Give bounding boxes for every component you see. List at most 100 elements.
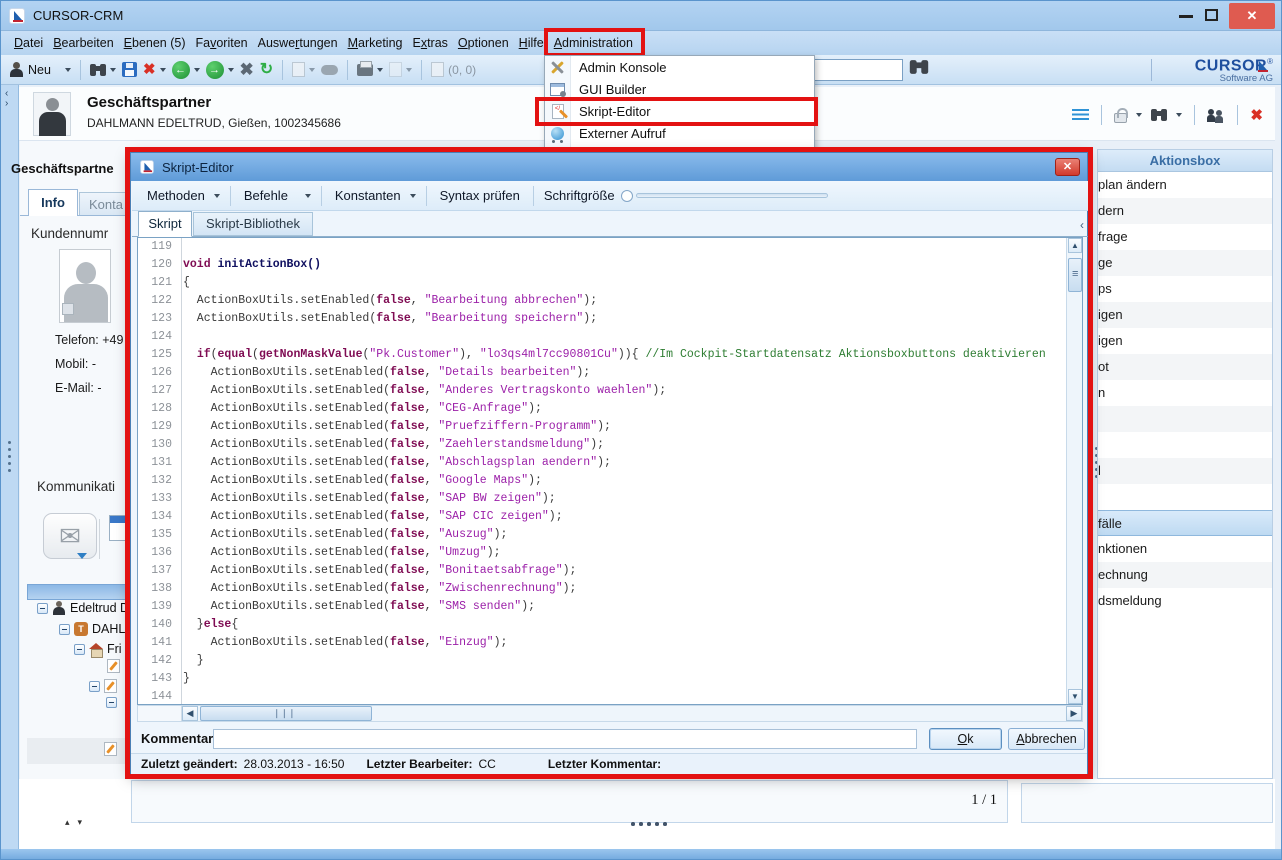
- actionbox-item[interactable]: dsmeldung: [1098, 588, 1272, 614]
- print-button[interactable]: [357, 64, 383, 76]
- code-line[interactable]: [183, 238, 1066, 256]
- tree-row[interactable]: [104, 742, 117, 756]
- menu-item-externer-aufruf[interactable]: Externer Aufruf: [545, 122, 814, 144]
- dialog-close-button[interactable]: ✕: [1055, 158, 1080, 176]
- bottom-collapse-icons[interactable]: ▴▾: [65, 817, 90, 828]
- code-line[interactable]: ActionBoxUtils.setEnabled(false, "Andere…: [183, 382, 1066, 400]
- tree-expander-icon[interactable]: [37, 603, 48, 614]
- comment-input[interactable]: [213, 729, 917, 749]
- new-record-button[interactable]: Neu: [9, 62, 71, 77]
- header-search-dropdown-icon[interactable]: [1176, 113, 1182, 117]
- code-line[interactable]: ActionBoxUtils.setEnabled(false, "Google…: [183, 472, 1066, 490]
- scroll-right-icon[interactable]: ▶: [1066, 706, 1082, 721]
- code-line[interactable]: {: [183, 274, 1066, 292]
- rail-expand-icon[interactable]: ›: [5, 99, 8, 108]
- tree-expander-icon[interactable]: [59, 624, 70, 635]
- actionbox-item[interactable]: n: [1098, 380, 1272, 406]
- konstanten-dropdown-icon[interactable]: [410, 194, 416, 198]
- actionbox-item[interactable]: l: [1098, 458, 1272, 484]
- code-line[interactable]: }: [183, 670, 1066, 688]
- tab-scroll-icon[interactable]: ‹: [1080, 218, 1084, 232]
- tree-row[interactable]: [89, 679, 117, 693]
- tree-row[interactable]: Edeltrud D: [37, 601, 129, 615]
- code-line[interactable]: ActionBoxUtils.setEnabled(false, "SMS se…: [183, 598, 1066, 616]
- tab-info[interactable]: Info: [28, 189, 78, 216]
- actionbox-item[interactable]: igen: [1098, 328, 1272, 354]
- new-dropdown-icon[interactable]: [65, 68, 71, 72]
- close-button[interactable]: ✕: [1229, 3, 1275, 29]
- actionbox-item[interactable]: frage: [1098, 224, 1272, 250]
- email-button[interactable]: ✉: [43, 513, 97, 559]
- cancel-edit-button[interactable]: ✖: [240, 61, 254, 78]
- tree-row[interactable]: [106, 697, 117, 708]
- search-dropdown-icon[interactable]: [110, 68, 116, 72]
- methoden-dropdown-icon[interactable]: [214, 194, 220, 198]
- delete-button[interactable]: ✖: [143, 62, 166, 77]
- code-line[interactable]: ActionBoxUtils.setEnabled(false, "Auszug…: [183, 526, 1066, 544]
- menu-item-datei[interactable]: Datei: [9, 33, 48, 53]
- maximize-button[interactable]: [1205, 9, 1218, 21]
- code-line[interactable]: if(equal(getNonMaskValue("Pk.Customer"),…: [183, 346, 1066, 364]
- code-line[interactable]: ActionBoxUtils.setEnabled(false, "Zaehle…: [183, 436, 1066, 454]
- menu-item-admin-konsole[interactable]: Admin Konsole: [545, 56, 814, 78]
- code-editor[interactable]: 1191201211221231241251261271281291301311…: [137, 237, 1083, 705]
- back-dropdown-icon[interactable]: [194, 68, 200, 72]
- menu-item-ebenen-5-[interactable]: Ebenen (5): [119, 33, 191, 53]
- lock-icon[interactable]: [1114, 113, 1127, 123]
- code-line[interactable]: ActionBoxUtils.setEnabled(false, "Bearbe…: [183, 310, 1066, 328]
- minimize-button[interactable]: [1179, 15, 1193, 18]
- tree-row[interactable]: T DAHL: [59, 622, 125, 636]
- email-dropdown-icon[interactable]: [77, 553, 87, 559]
- methoden-button[interactable]: Methoden: [144, 186, 208, 205]
- section-tab-label[interactable]: Geschäftspartne: [11, 161, 114, 176]
- console-button[interactable]: [321, 65, 338, 75]
- tree-expander-icon[interactable]: [74, 644, 85, 655]
- menu-item-optionen[interactable]: Optionen: [453, 33, 514, 53]
- actionbox-item[interactable]: ge: [1098, 250, 1272, 276]
- calendar-icon[interactable]: [109, 515, 129, 541]
- photo-change-icon[interactable]: [62, 303, 74, 315]
- horizontal-scrollbar[interactable]: ◀ ▶: [137, 705, 1083, 722]
- code-line[interactable]: ActionBoxUtils.setEnabled(false, "Einzug…: [183, 634, 1066, 652]
- actionbox-item[interactable]: nktionen: [1098, 536, 1272, 562]
- menu-item-gui-builder[interactable]: GUI Builder: [545, 78, 814, 100]
- konstanten-button[interactable]: Konstanten: [332, 186, 404, 205]
- tree-expander-icon[interactable]: [106, 697, 117, 708]
- selection-counter-button[interactable]: (0, 0): [431, 62, 476, 77]
- actionbox-item[interactable]: echnung: [1098, 562, 1272, 588]
- left-collapse-rail[interactable]: [1, 85, 19, 849]
- dialog-titlebar[interactable]: Skript-Editor: [131, 153, 1087, 181]
- save-button[interactable]: [122, 62, 137, 77]
- actionbox-item[interactable]: plan ändern: [1098, 172, 1272, 198]
- tab-skript[interactable]: Skript: [138, 211, 192, 237]
- bottom-splitter-handle[interactable]: [631, 822, 635, 826]
- actionbox-item[interactable]: dern: [1098, 198, 1272, 224]
- menu-item-auswertungen[interactable]: Auswertungen: [253, 33, 343, 53]
- code-line[interactable]: ActionBoxUtils.setEnabled(false, "Umzug"…: [183, 544, 1066, 562]
- left-splitter-handle[interactable]: [8, 441, 11, 444]
- actionbox-item[interactable]: fälle: [1098, 510, 1272, 536]
- ok-button[interactable]: Ok: [929, 728, 1002, 750]
- menu-item-extras[interactable]: Extras: [407, 33, 452, 53]
- search-button[interactable]: [90, 64, 116, 76]
- code-line[interactable]: ActionBoxUtils.setEnabled(false, "SAP CI…: [183, 508, 1066, 526]
- code-lines[interactable]: void initActionBox(){ ActionBoxUtils.set…: [183, 238, 1066, 704]
- code-line[interactable]: ActionBoxUtils.setEnabled(false, "SAP BW…: [183, 490, 1066, 508]
- list-view-icon[interactable]: [1072, 109, 1089, 122]
- rail-collapse-icon[interactable]: ‹: [5, 89, 8, 98]
- syntax-pruefen-button[interactable]: Syntax prüfen: [437, 186, 523, 205]
- copy-button[interactable]: [292, 62, 315, 77]
- header-search-icon[interactable]: [1151, 109, 1167, 121]
- actionbox-item[interactable]: ps: [1098, 276, 1272, 302]
- actionbox-item[interactable]: [1098, 406, 1272, 432]
- export-dropdown-icon[interactable]: [406, 68, 412, 72]
- lock-dropdown-icon[interactable]: [1136, 113, 1142, 117]
- tab-kontakt[interactable]: Konta: [79, 192, 135, 216]
- contacts-icon[interactable]: [1207, 109, 1225, 122]
- befehle-button[interactable]: Befehle: [241, 186, 299, 205]
- code-line[interactable]: ActionBoxUtils.setEnabled(false, "Bearbe…: [183, 292, 1066, 310]
- menu-item-marketing[interactable]: Marketing: [343, 33, 408, 53]
- actionbox-item[interactable]: ot: [1098, 354, 1272, 380]
- code-line[interactable]: ActionBoxUtils.setEnabled(false, "Bonita…: [183, 562, 1066, 580]
- scroll-left-icon[interactable]: ◀: [182, 706, 198, 721]
